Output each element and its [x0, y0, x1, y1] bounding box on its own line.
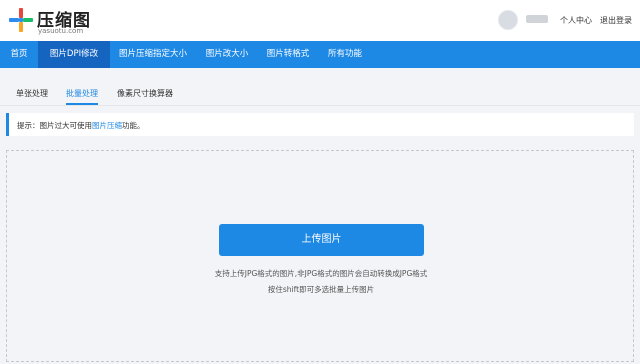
tip-text: 提示：图片过大可使用图片压缩功能。 — [17, 120, 145, 131]
tab-pixel-converter[interactable]: 像素尺寸换算器 — [117, 82, 173, 105]
username-redacted[interactable] — [526, 15, 548, 23]
tip-prefix: 提示：图片过大可使用 — [17, 121, 92, 130]
tab-batch[interactable]: 批量处理 — [66, 82, 98, 105]
nav-item-all[interactable]: 所有功能 — [319, 41, 371, 68]
user-center-link[interactable]: 个人中心 — [560, 15, 592, 26]
upload-dropzone[interactable]: 上传图片 支持上传JPG格式的图片,非JPG格式的图片会自动转换成JPG格式 按… — [6, 150, 634, 362]
tip-compress-link[interactable]: 图片压缩 — [92, 121, 122, 130]
tab-single[interactable]: 单张处理 — [16, 82, 48, 105]
logout-link[interactable]: 退出登录 — [600, 15, 632, 26]
main-nav: 首页 图片DPI修改 图片压缩指定大小 图片改大小 图片转格式 所有功能 — [0, 41, 640, 68]
upload-hint-shift: 按住shift即可多选批量上传图片 — [267, 285, 375, 294]
nav-item-home[interactable]: 首页 — [0, 41, 38, 68]
nav-item-convert[interactable]: 图片转格式 — [259, 41, 317, 68]
brand-domain: yasuotu.com — [38, 27, 84, 35]
nav-item-compress[interactable]: 图片压缩指定大小 — [112, 41, 194, 68]
nav-item-resize[interactable]: 图片改大小 — [197, 41, 257, 68]
upload-hint-format: 支持上传JPG格式的图片,非JPG格式的图片会自动转换成JPG格式 — [214, 269, 428, 278]
top-header: 压缩图 yasuotu.com 个人中心 退出登录 — [0, 0, 640, 41]
nav-item-dpi[interactable]: 图片DPI修改 — [38, 41, 110, 68]
logo-icon[interactable] — [9, 8, 33, 32]
subtabs: 单张处理 批量处理 像素尺寸换算器 — [0, 82, 640, 106]
tip-suffix: 功能。 — [122, 121, 145, 130]
tip-box: 提示：图片过大可使用图片压缩功能。 — [6, 113, 634, 136]
avatar[interactable] — [498, 10, 518, 30]
upload-button[interactable]: 上传图片 — [219, 224, 424, 256]
